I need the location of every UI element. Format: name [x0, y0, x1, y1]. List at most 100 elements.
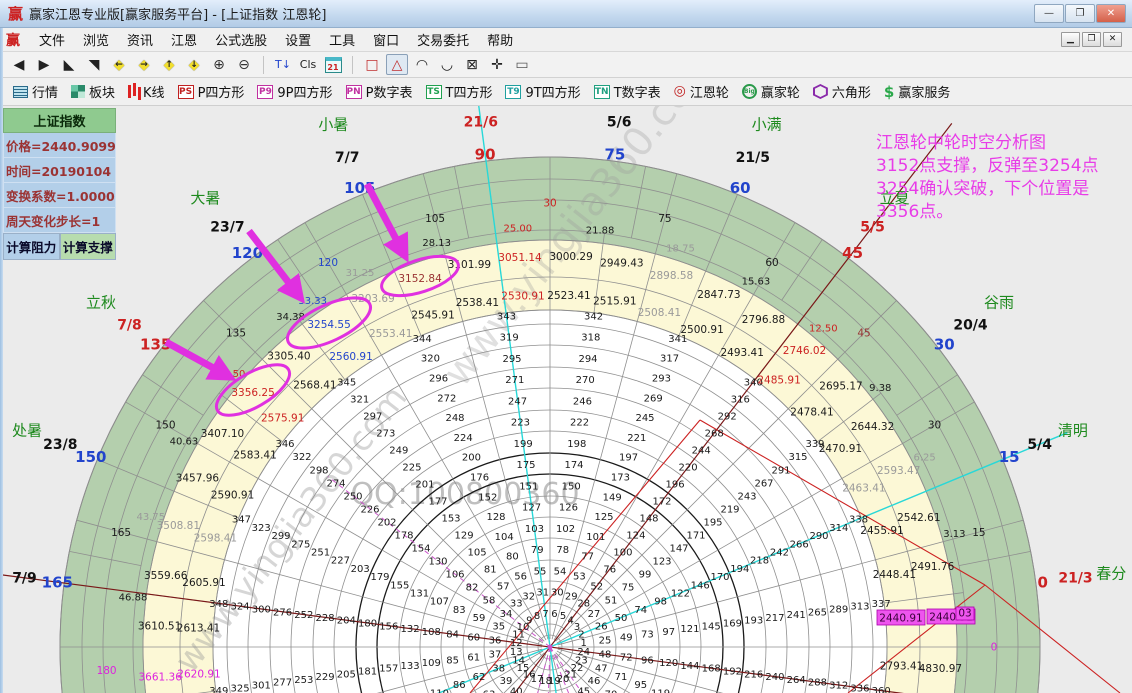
view-button-hexagon[interactable]: 六角形	[810, 80, 874, 103]
solar-term-label: 谷雨	[984, 294, 1014, 312]
angle-label: 90	[475, 146, 496, 164]
draw-rect-button[interactable]: □	[361, 54, 383, 75]
svg-text:128: 128	[486, 512, 505, 523]
menu-item-江恩[interactable]: 江恩	[162, 28, 206, 51]
draw-triangle-button[interactable]: △	[386, 54, 408, 75]
window-left-border	[0, 28, 3, 693]
annotation-line: 3356点。	[876, 201, 1132, 224]
view-button-p-table[interactable]: PNP数字表	[343, 80, 416, 103]
marker-down-button[interactable]: ◥	[83, 54, 105, 75]
svg-text:2538.41: 2538.41	[456, 297, 499, 309]
restore-button[interactable]: ❐	[1065, 4, 1095, 23]
solar-term-label: 大暑	[190, 189, 220, 207]
calc-support-button[interactable]: 计算支撑	[60, 233, 117, 260]
pan-up-button[interactable]: ◆↑	[158, 54, 180, 75]
svg-text:2613.41: 2613.41	[177, 623, 220, 635]
svg-text:178: 178	[394, 531, 413, 542]
menu-item-资讯[interactable]: 资讯	[118, 28, 162, 51]
svg-text:45: 45	[577, 687, 590, 693]
cls-button[interactable]: Cls	[297, 54, 319, 75]
svg-text:220: 220	[679, 463, 698, 474]
close-button[interactable]: ✕	[1096, 4, 1126, 23]
svg-text:121: 121	[680, 624, 699, 635]
svg-text:95: 95	[634, 680, 647, 691]
menu-item-窗口[interactable]: 窗口	[364, 28, 408, 51]
pan-left-button[interactable]: ◆←	[108, 54, 130, 75]
svg-text:195: 195	[703, 517, 722, 528]
zoom-in-icon: ⊕	[213, 57, 225, 73]
svg-text:15.63: 15.63	[742, 276, 771, 287]
svg-text:98: 98	[654, 597, 667, 608]
svg-text:294: 294	[578, 354, 597, 365]
menu-item-帮助[interactable]: 帮助	[478, 28, 522, 51]
svg-text:75: 75	[622, 583, 635, 594]
pan-right-button[interactable]: ◆→	[133, 54, 155, 75]
svg-text:2746.02: 2746.02	[783, 345, 826, 357]
select-box-button[interactable]: ▭	[511, 54, 533, 75]
svg-text:247: 247	[508, 396, 527, 407]
nav-last-button[interactable]: ▶	[33, 54, 55, 75]
analysis-annotation: 江恩轮中轮时空分析图3152点支撑，反弹至3254点3254确认突破，下个位置是…	[876, 132, 1132, 224]
menu-item-交易委托[interactable]: 交易委托	[408, 28, 478, 51]
svg-text:73: 73	[641, 630, 654, 641]
rotate-cw-button[interactable]: ◠	[411, 54, 433, 75]
view-button-9p-square[interactable]: P99P四方形	[254, 80, 335, 103]
zoom-in-button[interactable]: ⊕	[208, 54, 230, 75]
svg-text:51: 51	[605, 596, 618, 607]
nav-last-icon: ▶	[39, 57, 50, 73]
calc-resistance-button[interactable]: 计算阻力	[3, 233, 60, 260]
view-button-winner-service[interactable]: $赢家服务	[881, 80, 953, 103]
rotate-ccw-button[interactable]: ◡	[436, 54, 458, 75]
arrow-glyph: ←	[115, 60, 123, 70]
svg-text:200: 200	[462, 453, 481, 464]
view-button-p-square[interactable]: PSP四方形	[175, 80, 248, 103]
svg-text:272: 272	[437, 393, 456, 404]
svg-text:300: 300	[252, 605, 271, 616]
svg-text:292: 292	[718, 412, 737, 423]
sectors-label: 板块	[89, 82, 115, 101]
svg-text:48: 48	[599, 650, 612, 661]
delete-box-button[interactable]: ⊠	[461, 54, 483, 75]
menu-item-公式选股[interactable]: 公式选股	[206, 28, 276, 51]
view-button-kline[interactable]: K线	[125, 80, 168, 103]
axis-shift-button[interactable]: T↓	[272, 54, 294, 75]
menu-item-文件[interactable]: 文件	[30, 28, 74, 51]
view-button-gann-wheel[interactable]: ◎江恩轮	[671, 80, 732, 103]
solar-term-label: 立秋	[86, 294, 116, 312]
calendar-button[interactable]: 21	[322, 54, 344, 75]
view-button-9t-square[interactable]: T99T四方形	[502, 80, 583, 103]
angle-label: 45	[842, 244, 863, 262]
svg-text:132: 132	[401, 624, 420, 635]
svg-text:269: 269	[644, 393, 663, 404]
winner-service-icon: $	[884, 83, 894, 101]
svg-text:3305.40: 3305.40	[267, 351, 310, 363]
p-table-icon: PN	[346, 85, 362, 99]
menu-item-浏览[interactable]: 浏览	[74, 28, 118, 51]
svg-text:2545.91: 2545.91	[411, 310, 454, 322]
menu-item-设置[interactable]: 设置	[276, 28, 320, 51]
center-cross-button[interactable]: ✛	[486, 54, 508, 75]
annotation-line: 3152点支撑，反弹至3254点	[876, 155, 1132, 178]
zoom-out-button[interactable]: ⊖	[233, 54, 255, 75]
pan-down-button[interactable]: ◆↓	[183, 54, 205, 75]
view-button-winner-wheel[interactable]: Big赢家轮	[739, 80, 803, 103]
view-button-quotes[interactable]: 行情	[10, 80, 61, 103]
nav-first-button[interactable]: ◀	[8, 54, 30, 75]
svg-text:30: 30	[543, 198, 556, 210]
marker-up-button[interactable]: ◣	[58, 54, 80, 75]
view-button-sectors[interactable]: 板块	[68, 80, 118, 103]
minimize-button[interactable]: —	[1034, 4, 1064, 23]
angle-label: 165	[42, 573, 73, 591]
svg-text:101: 101	[586, 532, 605, 543]
svg-text:46.88: 46.88	[119, 592, 148, 603]
svg-text:157: 157	[379, 664, 398, 675]
svg-text:12.50: 12.50	[809, 324, 838, 335]
mdi-minimize-button[interactable]: ▁	[1061, 32, 1080, 47]
view-button-t-table[interactable]: TNT数字表	[591, 80, 664, 103]
svg-text:2583.41: 2583.41	[233, 449, 276, 461]
menu-item-工具[interactable]: 工具	[320, 28, 364, 51]
svg-text:2560.91: 2560.91	[329, 351, 372, 363]
view-button-t-square[interactable]: TST四方形	[423, 80, 496, 103]
mdi-close-button[interactable]: ✕	[1103, 32, 1122, 47]
mdi-restore-button[interactable]: ❐	[1082, 32, 1101, 47]
